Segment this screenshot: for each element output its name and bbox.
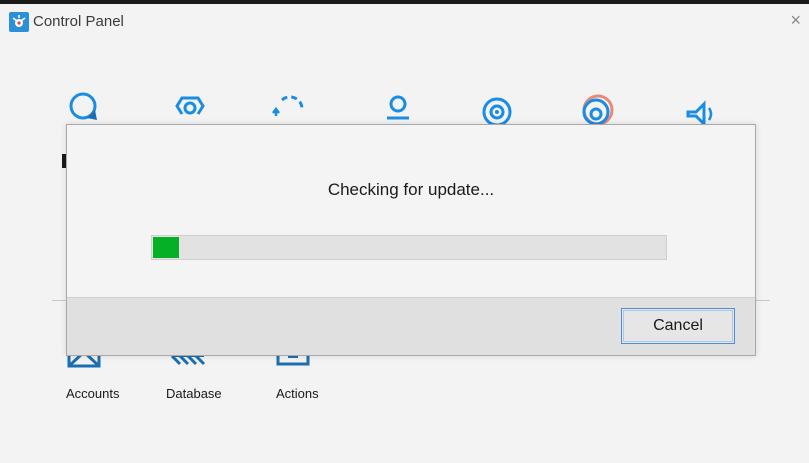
dialog-footer: Cancel xyxy=(67,297,755,355)
disc-icon[interactable] xyxy=(578,88,618,128)
update-dialog: Checking for update... Cancel xyxy=(66,124,756,356)
cancel-button[interactable]: Cancel xyxy=(621,308,735,344)
title-bar: Control Panel × xyxy=(0,4,809,38)
accounts-label[interactable]: Accounts xyxy=(66,386,119,401)
user-icon[interactable] xyxy=(378,88,418,128)
volume-icon[interactable] xyxy=(682,88,722,128)
update-progress-bar xyxy=(151,235,667,260)
settings-icon[interactable] xyxy=(170,88,210,128)
database-label[interactable]: Database xyxy=(166,386,222,401)
progress-fill xyxy=(153,237,179,258)
window-title: Control Panel xyxy=(33,13,124,30)
close-icon[interactable]: × xyxy=(790,10,801,30)
actions-label[interactable]: Actions xyxy=(276,386,319,401)
dialog-message: Checking for update... xyxy=(327,180,495,199)
search-icon[interactable] xyxy=(65,88,105,128)
target-icon[interactable] xyxy=(477,88,517,128)
control-panel-app-icon xyxy=(9,12,29,32)
sync-icon[interactable] xyxy=(268,88,308,128)
